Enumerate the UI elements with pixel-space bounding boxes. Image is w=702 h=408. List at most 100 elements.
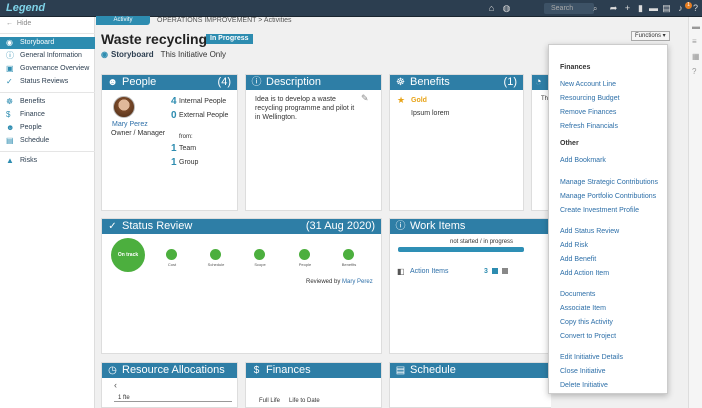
description-card-header[interactable]: ⓘ Description <box>246 75 381 90</box>
check-icon: ✓ <box>6 77 13 86</box>
action-items-count: 3 <box>484 268 488 275</box>
grid-icon[interactable]: ▦ <box>692 52 700 61</box>
axis-line <box>114 401 232 402</box>
reviewer-link[interactable]: Mary Perez <box>342 279 373 285</box>
menu-add-risk[interactable]: Add Risk <box>560 242 588 249</box>
internal-label[interactable]: Internal People <box>179 97 226 106</box>
external-label[interactable]: External People <box>179 111 228 120</box>
divider <box>0 33 95 34</box>
storyboard-icon: ◉ <box>101 50 108 59</box>
chevron-left-icon[interactable]: ‹ <box>114 381 117 390</box>
search-icon[interactable]: ⌕ <box>593 3 603 14</box>
menu-add-benefit[interactable]: Add Benefit <box>560 256 596 263</box>
team-label[interactable]: Team <box>179 144 196 153</box>
sidebar-item-status-reviews[interactable]: ✓ Status Reviews <box>0 76 95 88</box>
home-icon[interactable]: ⌂ <box>486 3 497 14</box>
benefits-icon: ☸ <box>396 77 405 88</box>
person-name-link[interactable]: Mary Perez <box>112 120 148 129</box>
people-card-header[interactable]: ☻ People (4) <box>102 75 237 90</box>
chat-icon[interactable]: ▬ <box>648 3 659 14</box>
avatar[interactable] <box>113 96 135 118</box>
scope-status-dot[interactable] <box>254 249 265 260</box>
menu-refresh-financials[interactable]: Refresh Financials <box>560 123 618 130</box>
menu-associate-item[interactable]: Associate Item <box>560 305 606 312</box>
menu-add-action-item[interactable]: Add Action Item <box>560 270 609 277</box>
benefits-icon: ☸ <box>6 97 14 106</box>
menu-add-status-review[interactable]: Add Status Review <box>560 228 619 235</box>
menu-delete-initiative[interactable]: Delete Initiative <box>560 382 608 389</box>
menu-add-bookmark[interactable]: Add Bookmark <box>560 157 606 164</box>
info-icon: ⓘ <box>251 77 262 88</box>
menu-convert-to-project[interactable]: Convert to Project <box>560 333 616 340</box>
chat-icon[interactable]: ▬ <box>692 22 700 31</box>
breadcrumb[interactable]: OPERATIONS IMPROVEMENT > Activities <box>157 16 292 25</box>
help-icon[interactable]: ? <box>690 3 701 14</box>
sidebar-item-risks[interactable]: ▲ Risks <box>0 155 95 167</box>
hide-sidebar-button[interactable]: ← Hide <box>6 20 31 27</box>
progress-bar[interactable] <box>398 247 524 252</box>
benefits-count: (1) <box>503 76 517 88</box>
sidebar-item-people[interactable]: ☻ People <box>0 122 95 134</box>
description-text-line: Idea is to develop a waste <box>255 96 336 103</box>
check-double-icon: ✓ <box>108 221 117 232</box>
chart-icon: ◔ <box>535 76 542 88</box>
group-label[interactable]: Group <box>179 158 198 167</box>
team-count: 1 <box>171 143 177 154</box>
menu-copy-activity[interactable]: Copy this Activity <box>560 319 613 326</box>
benefits-card: ☸ Benefits (1) <box>389 74 524 211</box>
status-bar-notstarted <box>502 268 508 274</box>
sidebar-item-label: Status Reviews <box>20 78 69 85</box>
sidebar-item-label: People <box>20 124 42 131</box>
menu-close-initiative[interactable]: Close Initiative <box>560 368 606 375</box>
menu-resourcing-budget[interactable]: Resourcing Budget <box>560 95 620 102</box>
globe-icon[interactable]: ◍ <box>501 3 512 14</box>
sidebar-item-governance-overview[interactable]: ▣ Governance Overview <box>0 63 95 75</box>
overall-status-indicator[interactable]: On track <box>111 238 145 272</box>
sidebar-item-benefits[interactable]: ☸ Benefits <box>0 96 95 108</box>
sidebar-item-schedule[interactable]: ▤ Schedule <box>0 135 95 147</box>
functions-button[interactable]: Functions ▾ <box>631 31 670 41</box>
list-icon[interactable]: ≡ <box>692 37 697 46</box>
sidebar-item-label: Finance <box>20 111 45 118</box>
status-review-card-header[interactable]: ✓ Status Review (31 Aug 2020) <box>102 219 381 234</box>
bookmark-icon[interactable]: ▮ <box>635 3 646 14</box>
action-items-link[interactable]: Action Items <box>410 267 449 276</box>
dim-label: Scope <box>254 262 266 267</box>
schedule-status-dot[interactable] <box>210 249 221 260</box>
menu-edit-initiative-details[interactable]: Edit Initiative Details <box>560 354 623 361</box>
menu-create-investment-profile[interactable]: Create Investment Profile <box>560 207 639 214</box>
menu-new-account-line[interactable]: New Account Line <box>560 81 616 88</box>
benefits-card-header[interactable]: ☸ Benefits (1) <box>390 75 523 90</box>
sidebar-item-general-information[interactable]: ⓘ General Information <box>0 50 95 62</box>
sidebar-item-storyboard[interactable]: ◉ Storyboard <box>0 37 95 49</box>
work-items-card-header[interactable]: ⓘ Work Items <box>390 219 551 234</box>
menu-documents[interactable]: Documents <box>560 291 595 298</box>
activity-tab[interactable]: Activity <box>96 16 150 25</box>
app-logo[interactable]: Legend <box>6 2 45 14</box>
sidebar-item-label: Schedule <box>20 137 50 144</box>
top-navbar: Legend ⌂ ◍ Search ⌕ ➦ + ▮ ▬ ▤ ♪ 1 ? <box>0 0 702 17</box>
document-icon[interactable]: ▤ <box>661 3 672 14</box>
edit-pencil-icon[interactable]: ✎ <box>361 94 369 103</box>
sidebar-item-finance[interactable]: $ Finance <box>0 109 95 121</box>
card-title: People <box>122 76 157 88</box>
help-icon[interactable]: ? <box>692 67 696 76</box>
plus-icon[interactable]: + <box>622 3 633 14</box>
menu-manage-strategic-contributions[interactable]: Manage Strategic Contributions <box>560 179 658 186</box>
resource-allocations-card-header[interactable]: ◷ Resource Allocations <box>102 363 237 378</box>
finances-card-header[interactable]: $ Finances <box>246 363 381 378</box>
scope-label[interactable]: This Initiative Only <box>161 50 226 59</box>
benefit-item[interactable]: Ipsum lorem <box>411 109 450 118</box>
benefits-status-dot[interactable] <box>343 249 354 260</box>
sidebar-item-label: Benefits <box>20 98 46 105</box>
reviewed-by: Reviewed by Mary Perez <box>306 278 373 287</box>
search-input[interactable]: Search <box>544 3 594 14</box>
menu-manage-portfolio-contributions[interactable]: Manage Portfolio Contributions <box>560 193 656 200</box>
menu-remove-finances[interactable]: Remove Finances <box>560 109 616 116</box>
cost-status-dot[interactable] <box>166 249 177 260</box>
arrow-left-icon: ← <box>6 20 13 27</box>
dim-label: People <box>298 262 312 267</box>
people-status-dot[interactable] <box>299 249 310 260</box>
schedule-card-header[interactable]: ▤ Schedule <box>390 363 551 378</box>
share-icon[interactable]: ➦ <box>608 3 619 14</box>
